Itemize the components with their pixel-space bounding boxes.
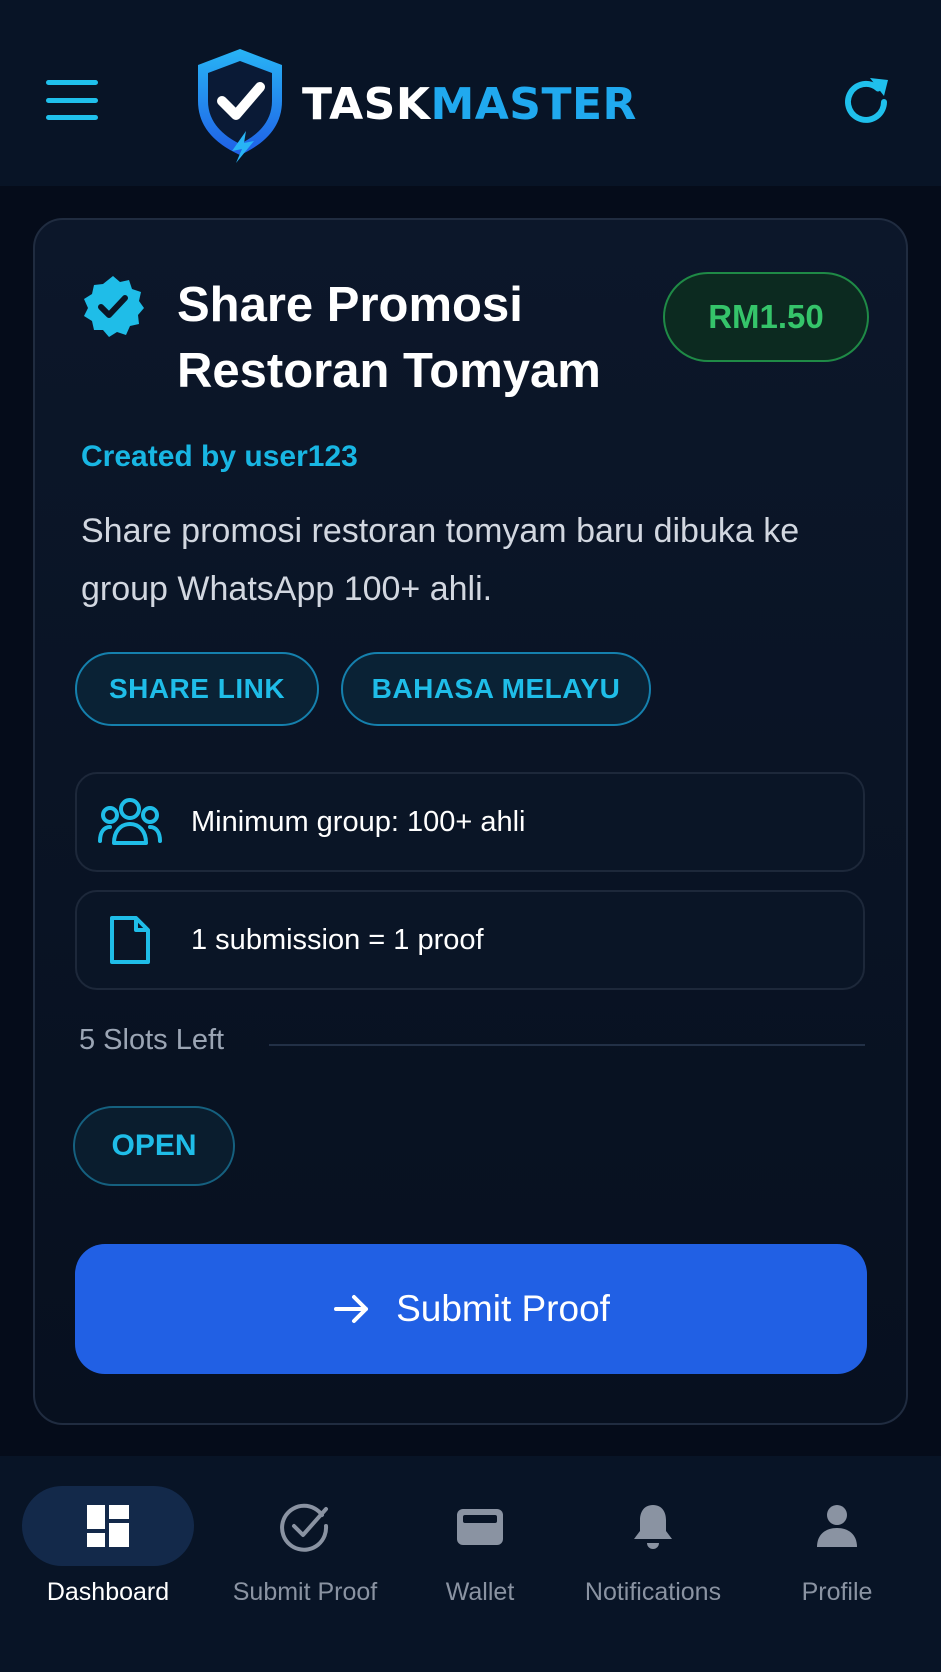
nav-label: Wallet bbox=[445, 1578, 515, 1606]
tag-share-link[interactable]: SHARE LINK bbox=[75, 652, 319, 726]
requirement-text: 1 submission = 1 proof bbox=[191, 923, 484, 956]
users-icon bbox=[97, 795, 163, 849]
nav-label: Submit Proof bbox=[232, 1578, 378, 1606]
nav-label: Dashboard bbox=[46, 1578, 170, 1606]
app-logo: TASKMASTER bbox=[192, 44, 637, 164]
divider bbox=[269, 1044, 865, 1046]
nav-item-wallet[interactable]: Wallet bbox=[410, 1456, 550, 1672]
document-icon bbox=[97, 913, 163, 967]
task-description: Share promosi restoran tomyam baru dibuk… bbox=[81, 512, 800, 608]
task-title: Share Promosi Restoran Tomyam bbox=[177, 278, 601, 398]
status-badge: OPEN bbox=[73, 1106, 235, 1186]
slots-left: 5 Slots Left bbox=[79, 1024, 225, 1056]
requirement-row: 1 submission = 1 proof bbox=[75, 890, 865, 990]
submit-proof-label: Submit Proof bbox=[396, 1288, 610, 1329]
creator-link[interactable]: Created by user123 bbox=[81, 440, 358, 474]
refresh-icon[interactable] bbox=[838, 74, 894, 130]
check-circle-icon bbox=[280, 1503, 329, 1552]
wallet-icon bbox=[457, 1509, 503, 1545]
arrow-right-icon bbox=[334, 1295, 369, 1323]
nav-label: Notifications bbox=[584, 1578, 722, 1606]
nav-label: Profile bbox=[801, 1578, 873, 1606]
bell-icon bbox=[634, 1505, 672, 1549]
logo-text-task: TASK bbox=[302, 78, 431, 130]
shield-check-icon bbox=[198, 49, 282, 163]
bottom-nav: Dashboard Submit Proof Wallet Notificati… bbox=[0, 1456, 941, 1672]
menu-icon[interactable] bbox=[46, 80, 100, 120]
tag-language[interactable]: BAHASA MELAYU bbox=[341, 652, 651, 726]
app-header: TASKMASTER bbox=[0, 0, 941, 186]
nav-item-notifications[interactable]: Notifications bbox=[560, 1456, 746, 1672]
app-screen: TASKMASTER Share Promosi Restoran Tomyam… bbox=[0, 0, 941, 1672]
nav-item-submit-proof[interactable]: Submit Proof bbox=[210, 1456, 400, 1672]
logo-text-master: MASTER bbox=[430, 78, 637, 130]
task-card: Share Promosi Restoran Tomyam RM1.50 Cre… bbox=[33, 218, 908, 1425]
user-icon bbox=[817, 1505, 857, 1547]
requirement-text: Minimum group: 100+ ahli bbox=[191, 805, 526, 838]
requirement-row: Minimum group: 100+ ahli bbox=[75, 772, 865, 872]
nav-item-dashboard[interactable]: Dashboard bbox=[22, 1456, 194, 1672]
verified-badge-icon bbox=[84, 276, 144, 337]
reward-badge: RM1.50 bbox=[663, 272, 869, 362]
submit-proof-button[interactable]: Submit Proof bbox=[75, 1244, 867, 1374]
nav-item-profile[interactable]: Profile bbox=[770, 1456, 904, 1672]
dashboard-icon bbox=[87, 1505, 129, 1547]
